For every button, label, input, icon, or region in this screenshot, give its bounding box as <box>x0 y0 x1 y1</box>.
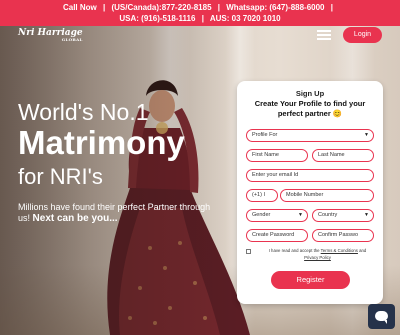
separator: | <box>330 3 333 12</box>
contact-row-1: Call Now | (US/Canada):877-220-8185 | Wh… <box>0 2 400 13</box>
first-name-placeholder: First Name <box>252 152 279 158</box>
whatsapp-phone-link[interactable]: Whatsapp: (647)-888-6000 <box>226 3 324 12</box>
hero-subtext-bold: Next can be you... <box>32 213 118 224</box>
create-password-placeholder: Create Password <box>252 232 295 238</box>
consent-text: I have read and accept the Terms & Condi… <box>257 248 378 261</box>
usa-phone-link[interactable]: USA: (916)-518-1116 <box>119 14 195 23</box>
email-placeholder: Enter your email Id <box>252 172 299 178</box>
contact-bar: Call Now | (US/Canada):877-220-8185 | Wh… <box>0 0 400 26</box>
privacy-policy-link[interactable]: Privacy Policy <box>304 255 331 260</box>
signup-subtitle: Create Your Profile to find your perfect… <box>254 99 366 118</box>
consent-prefix: I have read and accept the <box>268 248 321 253</box>
profile-for-select[interactable]: Profile For ▼ <box>246 129 374 142</box>
consent-row: I have read and accept the Terms & Condi… <box>246 248 378 261</box>
us-canada-phone-link[interactable]: (US/Canada):877-220-8185 <box>111 3 211 12</box>
profile-for-value: Profile For <box>252 132 278 138</box>
consent-checkbox[interactable] <box>246 249 251 254</box>
separator: | <box>217 3 221 12</box>
country-code-select[interactable]: (+1) I <box>246 189 278 202</box>
chat-bubble-icon[interactable] <box>368 304 395 329</box>
aus-phone-link[interactable]: AUS: 03 7020 1010 <box>210 14 281 23</box>
last-name-field[interactable]: Last Name <box>312 149 374 162</box>
register-button[interactable]: Register <box>271 271 350 289</box>
mobile-number-field[interactable]: Mobile Number <box>280 189 374 202</box>
email-field[interactable]: Enter your email Id <box>246 169 374 182</box>
terms-link[interactable]: Terms & Conditions <box>321 248 358 253</box>
separator: | <box>201 14 204 23</box>
contact-row-2: USA: (916)-518-1116 | AUS: 03 7020 1010 <box>0 13 400 24</box>
hero-subtext: Millions have found their perfect Partne… <box>18 202 223 224</box>
site-logo[interactable]: Nri Harriage GLOBAL <box>18 28 83 42</box>
country-value: Country <box>318 212 338 218</box>
caret-down-icon: ▼ <box>364 212 369 218</box>
separator: | <box>103 3 106 12</box>
hero-heading-line1: World's No.1 <box>18 99 149 125</box>
country-code-value: (+1) I <box>252 192 265 198</box>
caret-down-icon: ▼ <box>364 132 369 138</box>
gender-value: Gender <box>252 212 271 218</box>
confirm-password-field[interactable]: Confirm Passwo <box>312 229 374 242</box>
hero-heading-line3: for NRI's <box>18 164 103 189</box>
caret-down-icon: ▼ <box>298 212 303 218</box>
login-button[interactable]: Login <box>343 27 382 43</box>
hero-heading-line2: Matrimony <box>18 124 185 161</box>
signup-title: Sign Up <box>295 89 325 98</box>
mobile-placeholder: Mobile Number <box>286 192 324 198</box>
create-password-field[interactable]: Create Password <box>246 229 308 242</box>
confirm-password-placeholder: Confirm Passwo <box>318 232 359 238</box>
signup-card: Sign Up Create Your Profile to find your… <box>237 81 383 304</box>
consent-and: and <box>357 248 367 253</box>
first-name-field[interactable]: First Name <box>246 149 308 162</box>
gender-select[interactable]: Gender ▼ <box>246 209 308 222</box>
country-select[interactable]: Country ▼ <box>312 209 374 222</box>
call-now-label: Call Now <box>62 3 97 12</box>
hamburger-menu-icon[interactable] <box>317 30 331 40</box>
last-name-placeholder: Last Name <box>318 152 345 158</box>
chat-bubble-shape <box>375 311 388 324</box>
